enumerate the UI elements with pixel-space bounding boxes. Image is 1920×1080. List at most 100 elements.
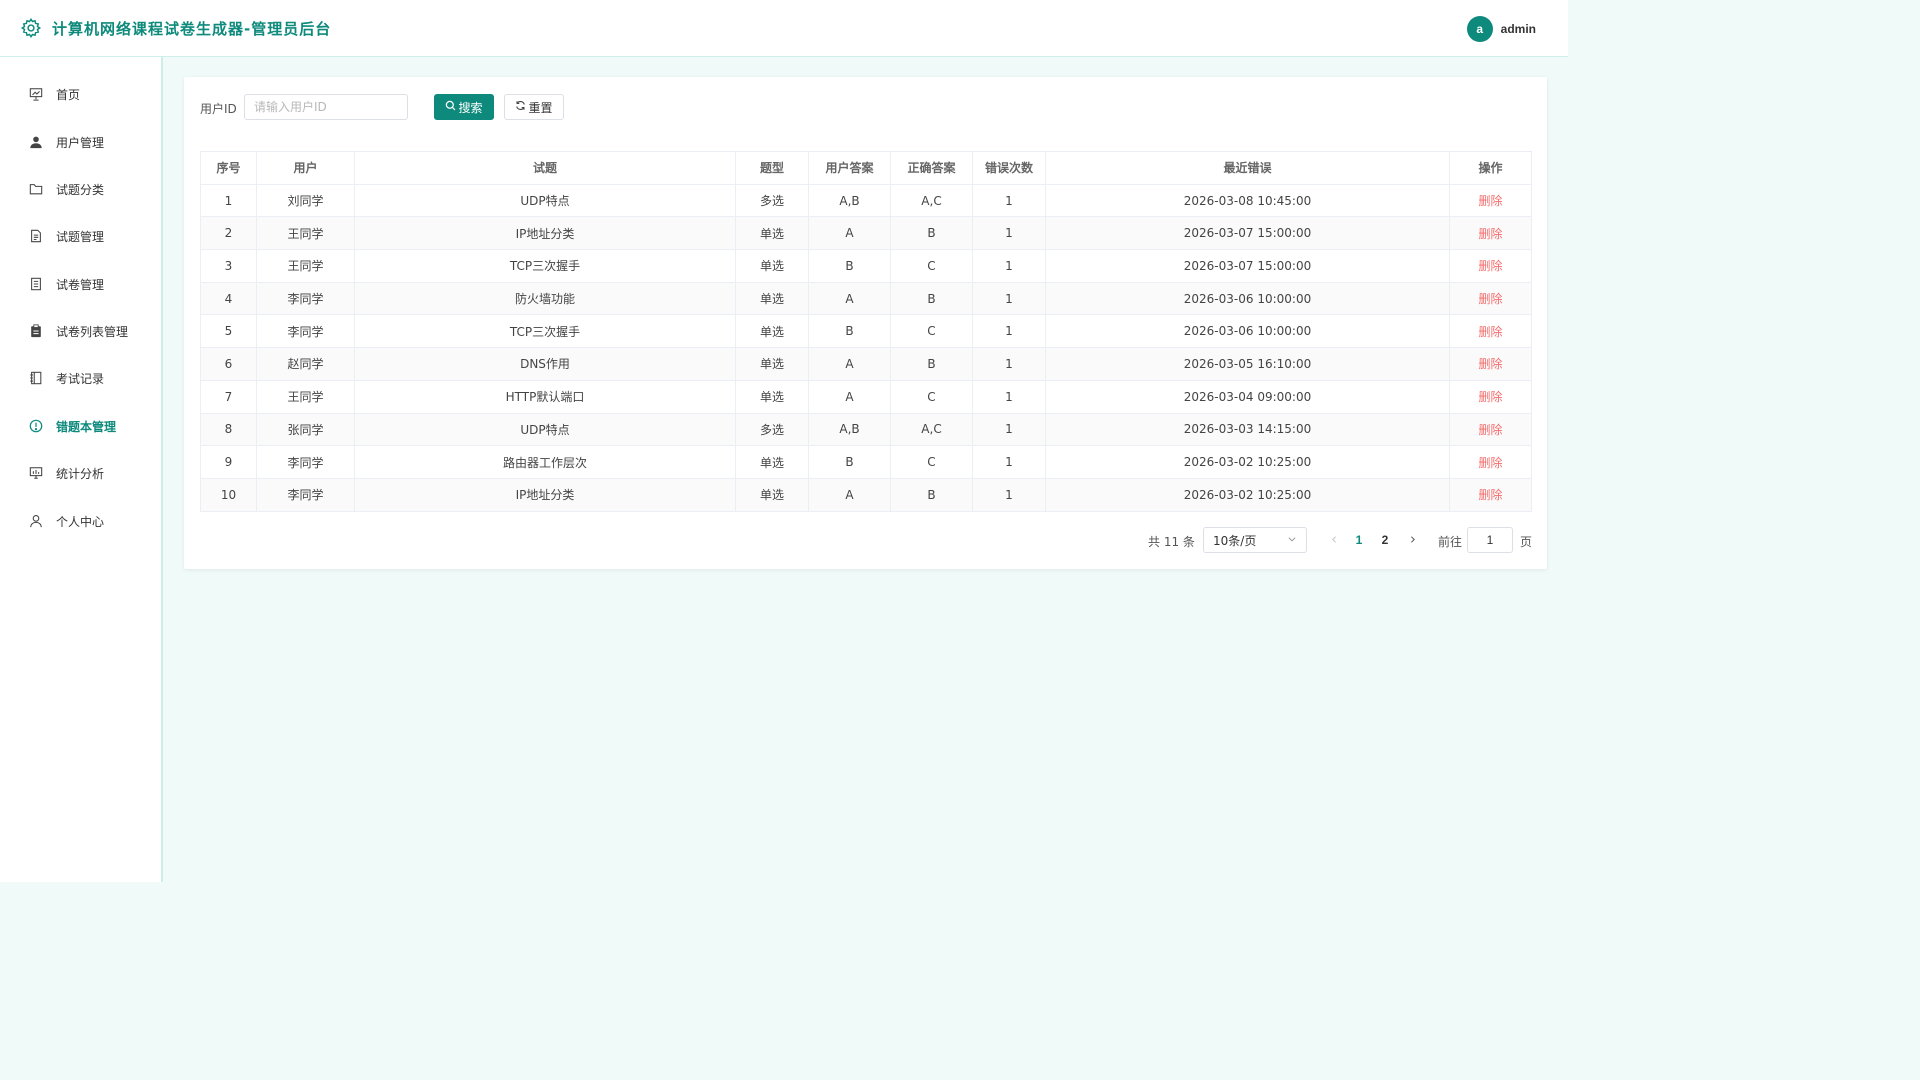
cell-index: 10	[200, 477, 257, 512]
sidebar-item-statistics[interactable]: 统计分析	[0, 455, 161, 491]
sidebar-item-user-management[interactable]: 用户管理	[0, 124, 161, 160]
table-row: 9 李同学 路由器工作层次 单选 B C 1 2026-03-02 10:25:…	[200, 445, 1532, 479]
delete-link[interactable]: 删除	[1478, 194, 1502, 208]
table-row: 2 王同学 IP地址分类 单选 A B 1 2026-03-07 15:00:0…	[200, 216, 1532, 251]
delete-link[interactable]: 删除	[1478, 423, 1502, 437]
page-number-2[interactable]: 2	[1376, 531, 1394, 549]
user-id-label: 用户ID	[200, 102, 237, 116]
cell-user-answer: B	[808, 314, 891, 349]
reset-button-label: 重置	[528, 100, 553, 115]
cell-type: 单选	[735, 347, 809, 381]
delete-link[interactable]: 删除	[1478, 357, 1502, 371]
monitor-chart-icon	[28, 465, 44, 481]
goto-label: 前往	[1438, 535, 1463, 549]
page-size-value: 10条/页	[1213, 533, 1257, 548]
top-header: 计算机网络课程试卷生成器-管理员后台 a admin	[0, 0, 1568, 57]
prev-page-button[interactable]	[1326, 531, 1342, 549]
delete-link[interactable]: 删除	[1478, 456, 1502, 470]
sidebar: 首页 用户管理 试题分类 试题管理 试卷管理 试卷列表管理 考试记录 错题本管理…	[0, 57, 163, 882]
sidebar-item-question-management[interactable]: 试题管理	[0, 218, 161, 254]
cell-error-count: 1	[972, 314, 1046, 349]
table-row: 10 李同学 IP地址分类 单选 A B 1 2026-03-02 10:25:…	[200, 477, 1532, 512]
cell-last-error: 2026-03-02 10:25:00	[1045, 477, 1450, 512]
goto-page-input[interactable]	[1467, 527, 1513, 553]
username: admin	[1500, 22, 1536, 36]
cell-last-error: 2026-03-08 10:45:00	[1045, 183, 1450, 218]
cell-user-answer: A,B	[808, 183, 891, 218]
cell-actions: 删除	[1449, 379, 1532, 414]
reset-button[interactable]: 重置	[504, 94, 564, 120]
sidebar-item-wrong-question-book[interactable]: 错题本管理	[0, 408, 161, 444]
cell-error-count: 1	[972, 445, 1046, 479]
cell-last-error: 2026-03-03 14:15:00	[1045, 412, 1450, 447]
delete-link[interactable]: 删除	[1478, 227, 1502, 241]
user-id-input[interactable]	[244, 94, 408, 120]
cell-user-answer: A,B	[808, 412, 891, 447]
tickets-icon	[28, 276, 44, 292]
sidebar-item-paper-management[interactable]: 试卷管理	[0, 266, 161, 302]
sidebar-item-exam-records[interactable]: 考试记录	[0, 360, 161, 396]
sidebar-item-home[interactable]: 首页	[0, 76, 161, 112]
refresh-icon	[515, 100, 526, 114]
table-header-row: 序号 用户 试题 题型 用户答案 正确答案 错误次数 最近错误 操作	[200, 151, 1532, 185]
column-header-correct-answer: 正确答案	[890, 151, 973, 185]
goto-suffix: 页	[1520, 535, 1533, 549]
user-icon	[28, 513, 44, 529]
pagination: 共 11 条 10条/页 1 2 前往 页	[184, 527, 1547, 553]
chevron-right-icon	[1408, 533, 1417, 547]
column-header-user: 用户	[256, 151, 355, 185]
warning-icon	[28, 418, 44, 434]
cell-error-count: 1	[972, 281, 1046, 316]
cell-index: 1	[200, 183, 257, 218]
user-filled-icon	[28, 134, 44, 150]
cell-user: 刘同学	[256, 183, 355, 218]
sidebar-item-label: 试卷列表管理	[56, 324, 129, 339]
cell-index: 5	[200, 314, 257, 349]
delete-link[interactable]: 删除	[1478, 390, 1502, 404]
page-number-1[interactable]: 1	[1350, 531, 1368, 549]
cell-user: 张同学	[256, 412, 355, 447]
cell-type: 多选	[735, 183, 809, 218]
cell-error-count: 1	[972, 347, 1046, 381]
user-menu[interactable]: a admin	[1466, 16, 1536, 42]
cell-correct-answer: C	[890, 379, 973, 414]
cell-type: 单选	[735, 216, 809, 251]
cell-user-answer: A	[808, 347, 891, 381]
delete-link[interactable]: 删除	[1478, 292, 1502, 306]
cell-actions: 删除	[1449, 412, 1532, 447]
delete-link[interactable]: 删除	[1478, 325, 1502, 339]
cell-question: 路由器工作层次	[354, 445, 736, 479]
sidebar-item-paper-list-management[interactable]: 试卷列表管理	[0, 313, 161, 349]
cell-user: 李同学	[256, 477, 355, 512]
cell-last-error: 2026-03-05 16:10:00	[1045, 347, 1450, 381]
column-header-error-count: 错误次数	[972, 151, 1046, 185]
cell-actions: 删除	[1449, 216, 1532, 251]
next-page-button[interactable]	[1404, 531, 1420, 549]
cell-correct-answer: B	[890, 281, 973, 316]
cell-correct-answer: C	[890, 314, 973, 349]
cell-user: 王同学	[256, 249, 355, 283]
cell-question: UDP特点	[354, 412, 736, 447]
column-header-type: 题型	[735, 151, 809, 185]
page-size-select[interactable]: 10条/页	[1203, 527, 1307, 553]
cell-last-error: 2026-03-07 15:00:00	[1045, 249, 1450, 283]
cell-user: 王同学	[256, 379, 355, 414]
cell-actions: 删除	[1449, 183, 1532, 218]
avatar: a	[1466, 16, 1493, 42]
cell-index: 7	[200, 379, 257, 414]
sidebar-item-label: 试题管理	[56, 229, 105, 244]
delete-link[interactable]: 删除	[1478, 259, 1502, 273]
sidebar-item-question-category[interactable]: 试题分类	[0, 171, 161, 207]
sidebar-item-label: 考试记录	[56, 371, 105, 386]
search-button[interactable]: 搜索	[434, 94, 494, 120]
cell-index: 4	[200, 281, 257, 316]
delete-link[interactable]: 删除	[1478, 488, 1502, 502]
cell-type: 单选	[735, 281, 809, 316]
cell-question: TCP三次握手	[354, 249, 736, 283]
cell-type: 单选	[735, 477, 809, 512]
chevron-down-icon	[1287, 533, 1297, 547]
column-header-actions: 操作	[1449, 151, 1532, 185]
cell-type: 多选	[735, 412, 809, 447]
sidebar-item-personal-center[interactable]: 个人中心	[0, 503, 161, 539]
pagination-total: 共 11 条	[1148, 535, 1195, 549]
